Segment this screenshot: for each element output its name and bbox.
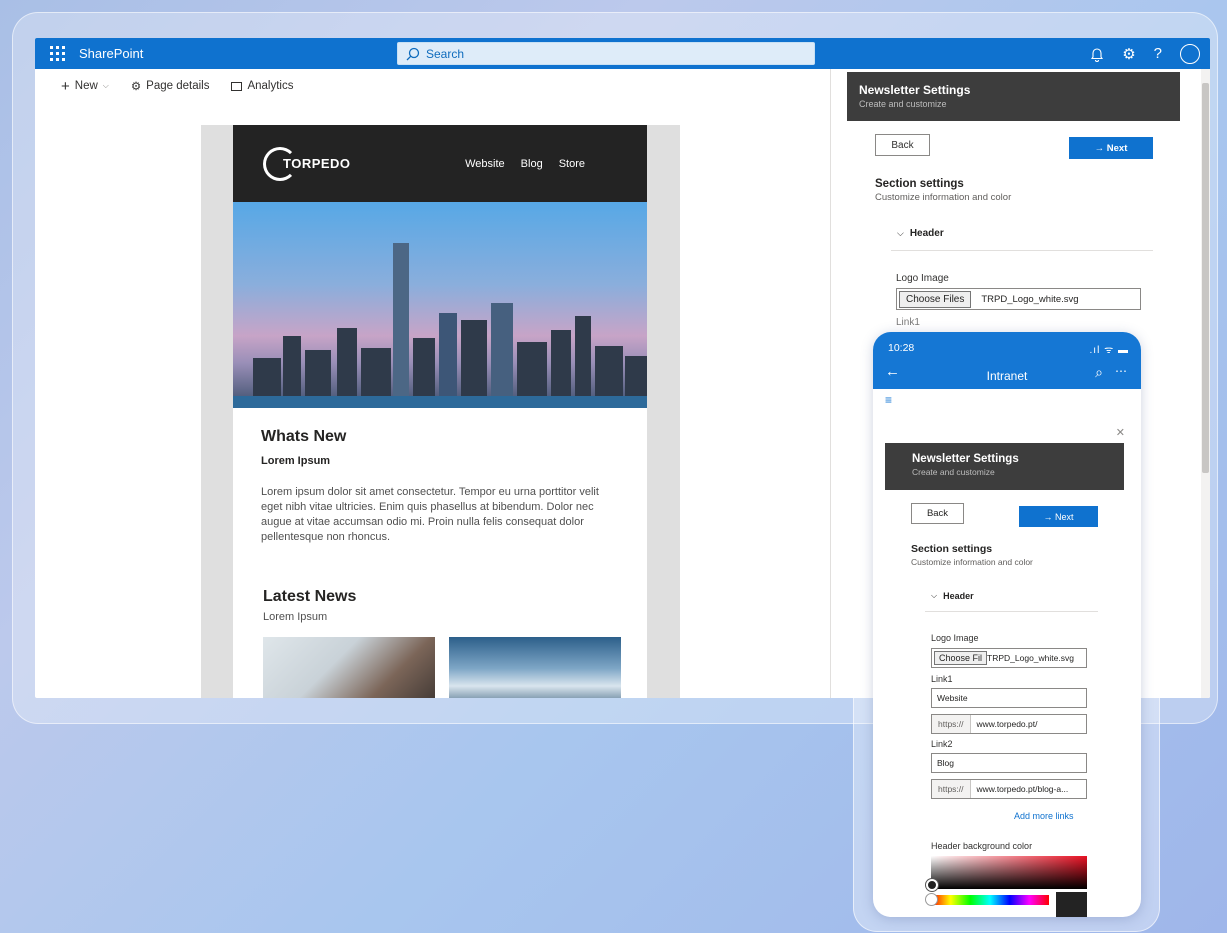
help-icon[interactable]: ?: [1154, 45, 1162, 62]
section-settings-title: Section settings: [875, 178, 964, 190]
latest-news-section: Latest News Lorem Ipsum: [263, 588, 356, 623]
mobile-accordion-divider: [925, 611, 1098, 612]
choose-files-button[interactable]: Choose Files: [899, 290, 972, 308]
mobile-choose-files-button[interactable]: Choose Fil: [934, 651, 988, 665]
suite-bar: SharePoint Search ⚙ ?: [35, 38, 1210, 69]
color-picker-area[interactable]: [931, 856, 1087, 889]
mobile-logo-label: Logo Image: [931, 633, 979, 643]
mobile-back-button[interactable]: Back: [911, 503, 964, 524]
panel-title: Newsletter Settings: [859, 83, 971, 97]
logo-ring-icon: [263, 146, 297, 181]
mobile-logo-file-input[interactable]: Choose Fil TRPD_Logo_white.svg: [931, 648, 1087, 668]
nav-store[interactable]: Store: [559, 158, 585, 170]
search-icon[interactable]: ⌕: [1095, 364, 1103, 381]
notification-bell-icon[interactable]: [1090, 46, 1104, 62]
add-more-links-link[interactable]: Add more links: [1014, 811, 1074, 821]
news-thumbnail-people[interactable]: [263, 637, 435, 698]
page-details-button[interactable]: ⚙ Page details: [131, 79, 210, 93]
new-label: New: [74, 80, 98, 92]
chevron-down-icon: ⌵: [931, 591, 938, 600]
latest-news-subtitle: Lorem Ipsum: [263, 611, 328, 623]
newsletter-header: TORPEDO Website Blog Store: [233, 125, 647, 202]
search-placeholder: Search: [426, 46, 465, 61]
analytics-icon: [231, 81, 243, 91]
close-icon[interactable]: ✕: [1116, 426, 1125, 439]
hue-slider-handle[interactable]: [925, 893, 938, 906]
mobile-section-title: Section settings: [911, 543, 993, 555]
logo-file-name: TRPD_Logo_white.svg: [981, 293, 1079, 305]
panel-scrollbar[interactable]: [1201, 69, 1210, 698]
mobile-accordion-label: Header: [943, 591, 974, 601]
mobile-link1-label: Link1: [931, 674, 953, 684]
mobile-app-bar: 10:28 .ıl ᯤ ▬ ← Intranet ⌕ ⋯: [873, 332, 1141, 389]
status-icons: .ıl ᯤ ▬: [1089, 345, 1129, 356]
link1-url-prefix: https://: [932, 715, 971, 733]
mobile-header-accordion[interactable]: ⌵ Header: [931, 591, 974, 601]
mobile-logo-file-name: TRPD_Logo_white.svg: [987, 653, 1074, 663]
mobile-panel-header: Newsletter Settings Create and customize: [885, 443, 1124, 490]
header-accordion[interactable]: ⌵ Header: [897, 228, 944, 239]
logo-image-label: Logo Image: [896, 273, 949, 284]
analytics-label: Analytics: [247, 80, 294, 92]
hamburger-menu-icon[interactable]: ≡: [885, 393, 892, 407]
more-icon[interactable]: ⋯: [1115, 364, 1127, 378]
mobile-panel-subtitle: Create and customize: [912, 467, 995, 477]
whats-new-subtitle: Lorem Ipsum: [261, 455, 331, 467]
page-details-label: Page details: [146, 80, 210, 92]
nav-blog[interactable]: Blog: [521, 158, 543, 170]
app-launcher-icon[interactable]: [41, 38, 73, 69]
mobile-section-subtitle: Customize information and color: [911, 557, 1033, 567]
header-bg-color-label: Header background color: [931, 841, 1033, 851]
link2-url-value: www.torpedo.pt/blog-a...: [976, 784, 1069, 794]
analytics-button[interactable]: Analytics: [231, 80, 294, 92]
search-icon: [406, 47, 420, 60]
command-bar: + New ⌵ ⚙ Page details Analytics: [35, 69, 830, 103]
accordion-label: Header: [909, 228, 944, 239]
link1-text-input[interactable]: Website: [931, 688, 1087, 708]
logo-file-input[interactable]: Choose Files TRPD_Logo_white.svg: [896, 288, 1141, 310]
newsletter-preview: TORPEDO Website Blog Store Whats New Lor…: [233, 125, 647, 698]
avatar[interactable]: [1180, 43, 1200, 64]
plus-icon: +: [61, 77, 70, 95]
panel-header: Newsletter Settings Create and customize: [847, 72, 1180, 121]
new-button[interactable]: + New ⌵: [61, 78, 109, 95]
back-button[interactable]: Back: [875, 134, 930, 156]
nav-website[interactable]: Website: [465, 158, 505, 170]
link2-url-prefix: https://: [932, 780, 971, 798]
accordion-divider: [891, 250, 1153, 251]
newsletter-nav: Website Blog Store: [465, 158, 585, 170]
status-time: 10:28: [888, 342, 915, 354]
latest-news-title: Latest News: [263, 588, 357, 605]
news-thumbnail-plane[interactable]: [449, 637, 621, 698]
app-name[interactable]: SharePoint: [79, 46, 143, 61]
torpedo-logo[interactable]: TORPEDO: [263, 146, 351, 181]
hue-slider[interactable]: [931, 895, 1049, 905]
chevron-down-icon: ⌵: [897, 228, 904, 238]
panel-subtitle: Create and customize: [859, 99, 947, 109]
mobile-next-button[interactable]: → Next: [1019, 506, 1098, 527]
selected-color-swatch: [1056, 892, 1087, 917]
link1-url-value: www.torpedo.pt/: [976, 719, 1038, 729]
search-box[interactable]: Search: [397, 42, 815, 65]
next-button[interactable]: → Next: [1069, 137, 1153, 159]
link2-text-input[interactable]: Blog: [931, 753, 1087, 773]
mobile-link2-label: Link2: [931, 739, 953, 749]
whats-new-section: Whats New Lorem Ipsum Lorem ipsum dolor …: [233, 408, 647, 565]
mobile-preview: 10:28 .ıl ᯤ ▬ ← Intranet ⌕ ⋯ ≡ ✕ Newslet…: [873, 332, 1141, 917]
whats-new-title: Whats New: [261, 428, 347, 445]
link1-url-input[interactable]: https:// www.torpedo.pt/: [931, 714, 1087, 734]
link2-url-input[interactable]: https:// www.torpedo.pt/blog-a...: [931, 779, 1087, 799]
settings-gear-icon[interactable]: ⚙: [1122, 45, 1135, 63]
whats-new-body: Lorem ipsum dolor sit amet consectetur. …: [261, 486, 599, 543]
hero-city-image: [233, 202, 647, 408]
gear-icon: ⚙: [130, 81, 142, 93]
section-settings-subtitle: Customize information and color: [875, 192, 1012, 203]
chevron-down-icon: ⌵: [102, 81, 109, 90]
color-picker-handle[interactable]: [926, 879, 938, 891]
mobile-panel-title: Newsletter Settings: [912, 453, 1019, 465]
